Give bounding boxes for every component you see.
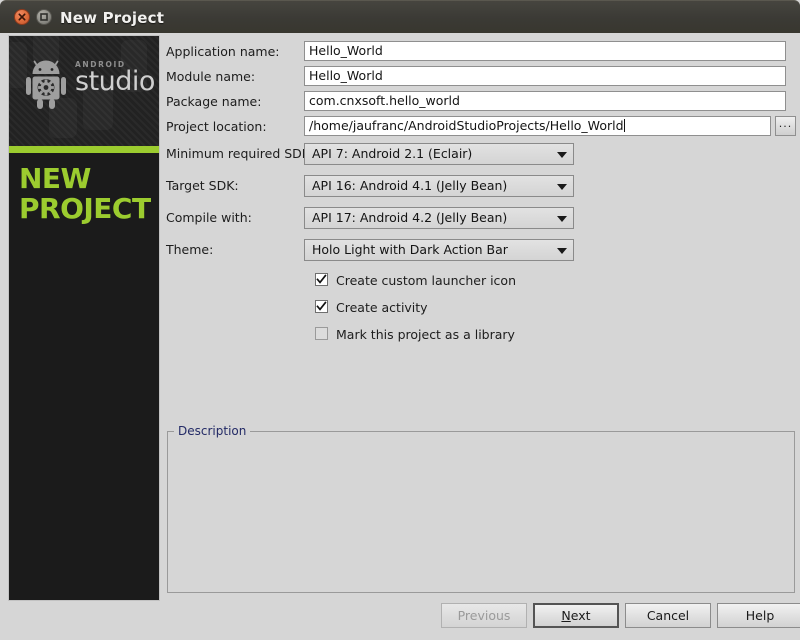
label-package-name: Package name: [166, 94, 262, 109]
title-bar[interactable]: New Project [0, 0, 800, 33]
dialog-body: ANDROID studio NEW PROJECT Application n… [0, 33, 800, 640]
package-name-input[interactable]: com.cnxsoft.hello_world [304, 91, 786, 111]
chevron-down-icon [557, 152, 567, 158]
label-theme: Theme: [166, 242, 214, 257]
checkbox-label: Mark this project as a library [336, 327, 515, 342]
help-button[interactable]: Help [717, 603, 800, 628]
minimum-sdk-combo[interactable]: API 7: Android 2.1 (Eclair) [304, 143, 574, 165]
field-row-compile-with: Compile with: API 17: Android 4.2 (Jelly… [164, 207, 796, 229]
label-module-name: Module name: [166, 69, 256, 84]
project-form: Application name: Hello_World Module nam… [164, 33, 800, 640]
checkbox-box[interactable] [315, 300, 328, 313]
wizard-banner: ANDROID studio NEW PROJECT [9, 36, 159, 600]
application-name-input[interactable]: Hello_World [304, 41, 786, 61]
banner-heading-line1: NEW [19, 162, 91, 195]
description-group-box [167, 431, 795, 593]
checkbox-label: Create activity [336, 300, 428, 315]
project-location-input[interactable]: /home/jaufranc/AndroidStudioProjects/Hel… [304, 116, 771, 136]
next-button-mnemonic: N [561, 608, 571, 623]
banner-heading: NEW PROJECT [19, 164, 159, 224]
previous-button[interactable]: Previous [441, 603, 527, 628]
maximize-icon[interactable] [36, 9, 52, 25]
field-row-package-name: Package name: com.cnxsoft.hello_world [164, 91, 796, 113]
dialog-button-bar: Previous Next Cancel Help [164, 603, 800, 633]
next-button-rest: ext [570, 608, 591, 623]
checkbox-label: Create custom launcher icon [336, 273, 517, 288]
cancel-button[interactable]: Cancel [625, 603, 711, 628]
field-row-module-name: Module name: Hello_World [164, 66, 796, 88]
chevron-down-icon [557, 248, 567, 254]
chevron-down-icon [557, 216, 567, 222]
wordmark-studio: studio [75, 66, 155, 97]
compile-with-combo[interactable]: API 17: Android 4.2 (Jelly Bean) [304, 207, 574, 229]
label-project-location: Project location: [166, 119, 267, 134]
android-studio-logo-panel: ANDROID studio [9, 36, 159, 146]
banner-heading-line2: PROJECT [19, 192, 151, 225]
android-robot-gear-icon [26, 60, 66, 109]
next-button[interactable]: Next [533, 603, 619, 628]
close-icon[interactable] [14, 9, 30, 25]
banner-accent-bar [9, 146, 159, 153]
field-row-theme: Theme: Holo Light with Dark Action Bar [164, 239, 796, 261]
text-caret [623, 119, 625, 132]
field-row-minimum-sdk: Minimum required SDK: API 7: Android 2.1… [164, 143, 796, 165]
browse-button[interactable]: ... [775, 116, 796, 136]
description-group-title: Description [174, 424, 251, 438]
chevron-down-icon [557, 184, 567, 190]
label-target-sdk: Target SDK: [166, 178, 239, 193]
label-minimum-sdk: Minimum required SDK: [166, 146, 315, 161]
label-compile-with: Compile with: [166, 210, 252, 225]
target-sdk-combo[interactable]: API 16: Android 4.1 (Jelly Bean) [304, 175, 574, 197]
label-application-name: Application name: [166, 44, 280, 59]
checkbox-box[interactable] [315, 327, 328, 340]
theme-combo[interactable]: Holo Light with Dark Action Bar [304, 239, 574, 261]
module-name-input[interactable]: Hello_World [304, 66, 786, 86]
android-studio-wordmark: ANDROID studio [75, 60, 157, 96]
field-row-application-name: Application name: Hello_World [164, 41, 796, 63]
new-project-dialog: New Project ANDROID studio NEW PROJECT A… [0, 0, 800, 640]
field-row-target-sdk: Target SDK: API 16: Android 4.1 (Jelly B… [164, 175, 796, 197]
window-title: New Project [60, 9, 165, 27]
field-row-project-location: Project location: /home/jaufranc/Android… [164, 116, 796, 138]
checkbox-box[interactable] [315, 273, 328, 286]
